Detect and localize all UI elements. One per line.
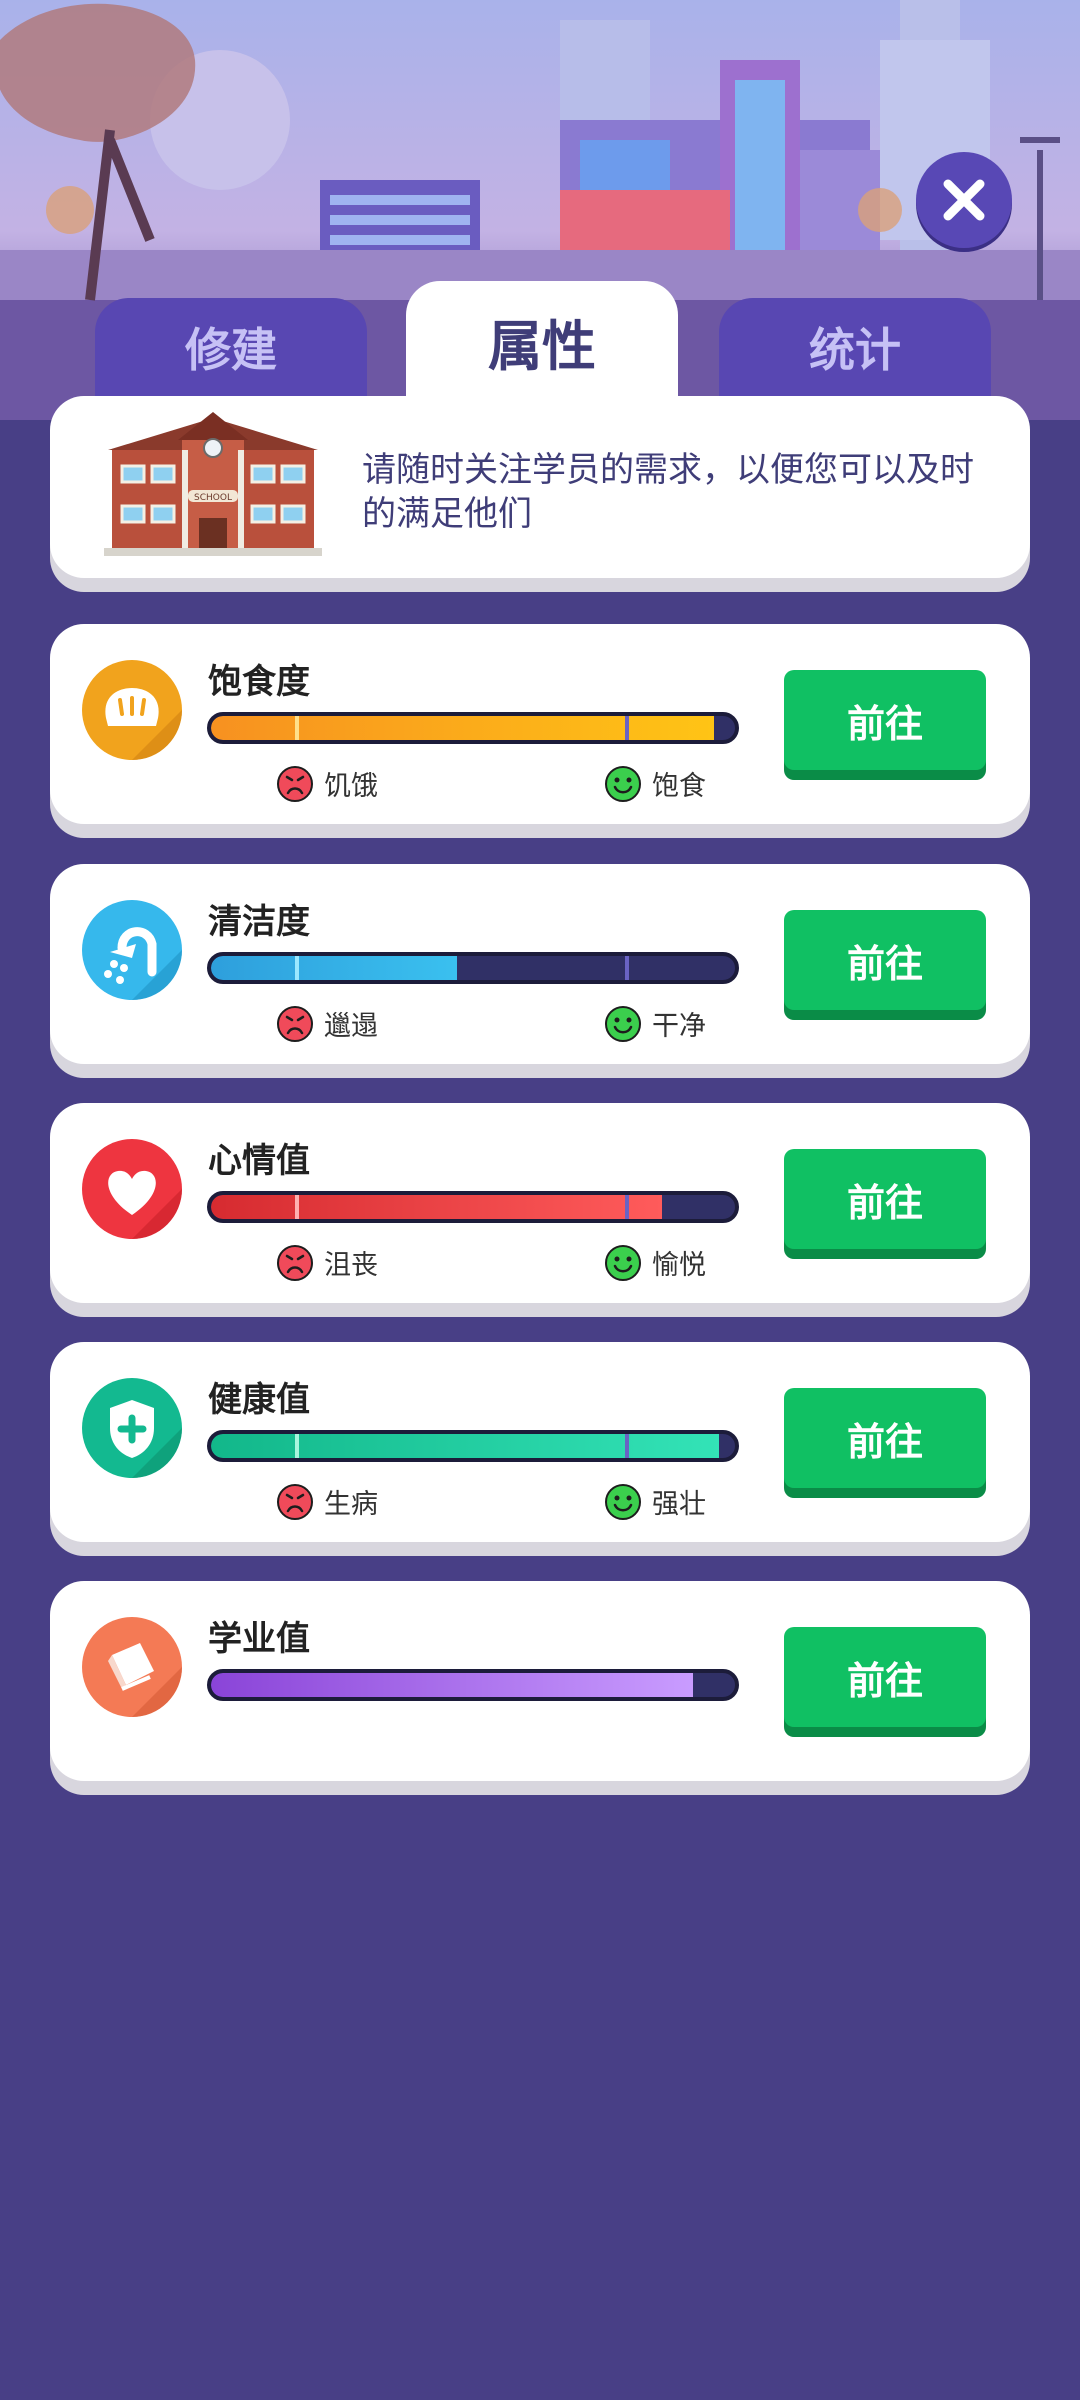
happy-face-icon: [605, 1005, 641, 1042]
tab-attributes[interactable]: 属性: [406, 281, 678, 401]
satiety-bar-fill: [211, 716, 715, 740]
sad-face-icon: [277, 765, 313, 802]
high-label: 饱食: [652, 771, 706, 802]
low-threshold-tick: [295, 1434, 299, 1458]
tab-stats[interactable]: 统计: [719, 298, 991, 396]
attribute-title: 饱食度: [208, 662, 310, 702]
sad-face-icon: [277, 1483, 313, 1520]
go-button-cleanliness[interactable]: 前往: [784, 910, 986, 1010]
low-status: 生病: [276, 1482, 378, 1521]
low-label: 饥饿: [324, 771, 378, 802]
low-threshold-tick: [295, 956, 299, 980]
heart-icon: [82, 1139, 182, 1239]
book-icon: [82, 1617, 182, 1717]
attribute-card-health: 健康值 生病 强壮 前往: [50, 1342, 1030, 1542]
low-label: 邋遢: [324, 1011, 378, 1042]
study-bar-fill: [211, 1673, 694, 1697]
cleanliness-progress-bar: [207, 952, 739, 984]
high-threshold-tick: [625, 1195, 629, 1219]
happy-face-icon: [605, 1483, 641, 1520]
go-button-satiety[interactable]: 前往: [784, 670, 986, 770]
happy-face-icon: [605, 765, 641, 802]
health-progress-bar: [207, 1430, 739, 1462]
satiety-progress-bar: [207, 712, 739, 744]
close-button[interactable]: [916, 152, 1012, 248]
high-label: 强壮: [652, 1489, 706, 1520]
mood-bar-fill: [211, 1195, 662, 1219]
shower-icon: [82, 900, 182, 1000]
attribute-card-mood: 心情值 沮丧 愉悦 前往: [50, 1103, 1030, 1303]
attribute-card-satiety: 饱食度 饥饿 饱食 前往: [50, 624, 1030, 824]
high-status: 饱食: [604, 764, 706, 803]
attribute-title: 心情值: [208, 1141, 310, 1181]
sad-face-icon: [277, 1005, 313, 1042]
sad-face-icon: [277, 1244, 313, 1281]
attribute-title: 清洁度: [208, 902, 310, 942]
go-button-mood[interactable]: 前往: [784, 1149, 986, 1249]
high-label: 愉悦: [652, 1250, 706, 1281]
school-illustration: SCHOOL: [98, 410, 328, 564]
shield-plus-icon: [82, 1378, 182, 1478]
svg-text:SCHOOL: SCHOOL: [194, 493, 232, 503]
low-status: 邋遢: [276, 1004, 378, 1043]
low-status: 沮丧: [276, 1243, 378, 1282]
low-threshold-tick: [295, 1195, 299, 1219]
intro-text: 请随时关注学员的需求，以便您可以及时的满足他们: [362, 450, 974, 534]
high-threshold-tick: [625, 956, 629, 980]
attribute-title: 健康值: [208, 1380, 310, 1420]
attribute-card-cleanliness: 清洁度 邋遢 干净 前往: [50, 864, 1030, 1064]
study-progress-bar: [207, 1669, 739, 1701]
intro-panel: SCHOOL 请随时关注学员的需求，以便您可以及时的满足他们: [50, 396, 1030, 578]
bread-icon: [82, 660, 182, 760]
close-icon: [943, 179, 985, 221]
high-status: 强壮: [604, 1482, 706, 1521]
happy-face-icon: [605, 1244, 641, 1281]
tab-build[interactable]: 修建: [95, 298, 367, 396]
attribute-card-study: 学业值 前往: [50, 1581, 1030, 1781]
high-status: 愉悦: [604, 1243, 706, 1282]
go-button-study[interactable]: 前往: [784, 1627, 986, 1727]
high-threshold-tick: [625, 1434, 629, 1458]
low-status: 饥饿: [276, 764, 378, 803]
low-threshold-tick: [295, 716, 299, 740]
cleanliness-bar-fill: [211, 956, 458, 980]
high-label: 干净: [652, 1011, 706, 1042]
health-bar-fill: [211, 1434, 720, 1458]
mood-progress-bar: [207, 1191, 739, 1223]
low-label: 沮丧: [324, 1250, 378, 1281]
go-button-health[interactable]: 前往: [784, 1388, 986, 1488]
low-label: 生病: [324, 1489, 378, 1520]
attribute-title: 学业值: [208, 1619, 310, 1659]
high-status: 干净: [604, 1004, 706, 1043]
high-threshold-tick: [625, 716, 629, 740]
